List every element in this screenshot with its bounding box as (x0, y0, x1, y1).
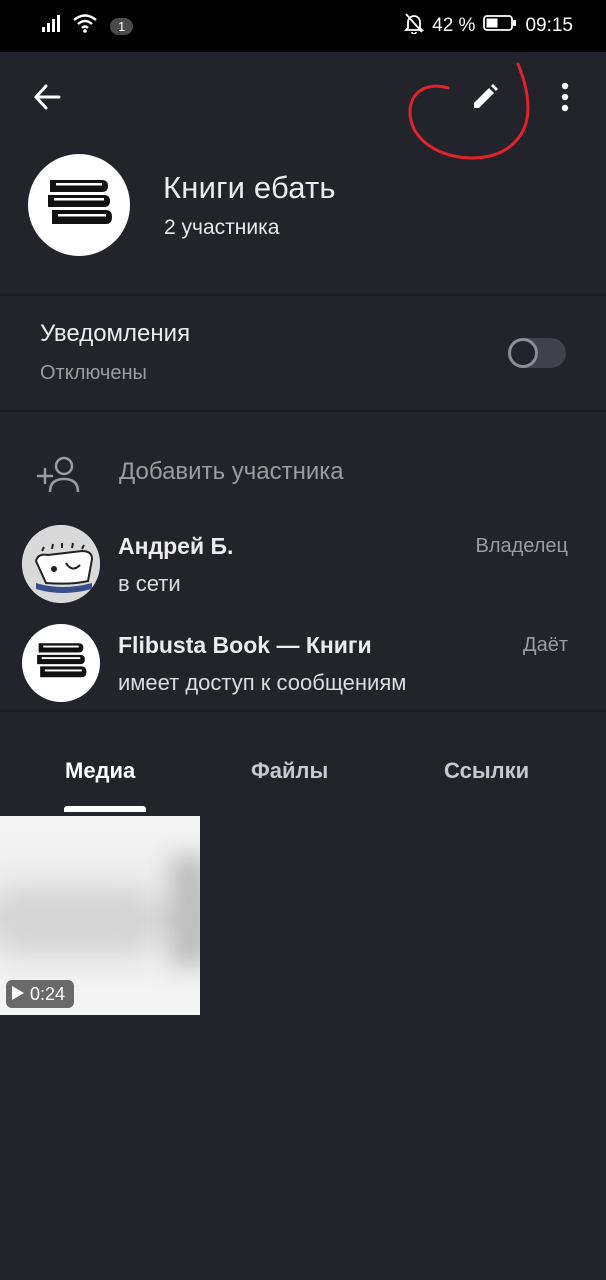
notifications-status: Отключены (40, 362, 147, 384)
member-avatar (22, 624, 100, 702)
group-profile: Книги ебать 2 участника (0, 144, 606, 294)
video-duration: 0:24 (30, 983, 66, 1004)
signal-icon (42, 14, 64, 38)
member-name: Flibusta Book — Книги (118, 632, 372, 658)
notifications-row[interactable]: Уведомления Отключены (0, 296, 606, 410)
add-user-icon (36, 454, 82, 494)
video-duration-badge: 0:24 (6, 980, 75, 1008)
books-stack-icon (44, 176, 114, 235)
tab-files[interactable]: Файлы (251, 758, 328, 784)
more-options-button[interactable] (545, 74, 585, 124)
tab-links[interactable]: Ссылки (444, 758, 529, 784)
group-member-count: 2 участника (164, 216, 280, 239)
add-member-button[interactable]: Добавить участника (0, 440, 606, 510)
header-bar (0, 52, 606, 144)
group-avatar[interactable] (28, 154, 130, 256)
notifications-toggle[interactable] (508, 338, 566, 368)
more-vertical-icon (560, 82, 570, 117)
divider (0, 710, 606, 712)
edit-button[interactable] (460, 74, 510, 124)
toggle-knob (508, 338, 538, 368)
clock: 09:15 (525, 15, 573, 36)
pencil-icon (470, 82, 500, 117)
back-button[interactable] (22, 74, 72, 124)
blurred-content (170, 856, 200, 966)
member-name: Андрей Б. (118, 533, 234, 559)
blurred-content (0, 886, 150, 956)
member-role: Даёт (523, 634, 568, 656)
notification-count-badge: 1 (110, 17, 134, 35)
add-member-label: Добавить участника (119, 458, 344, 485)
status-bar: 1 42 % 09:15 (0, 0, 606, 52)
bell-off-icon (403, 12, 425, 40)
media-thumbnail[interactable]: 0:24 (0, 816, 200, 1015)
group-name: Книги ебать (163, 170, 336, 205)
active-tab-indicator (64, 806, 146, 812)
play-icon (12, 984, 24, 1005)
member-status: имеет доступ к сообщениям (118, 670, 407, 695)
books-stack-icon (34, 640, 88, 687)
member-avatar (22, 525, 100, 603)
arrow-left-icon (32, 82, 62, 117)
tab-media[interactable]: Медиа (65, 758, 135, 784)
battery-percent: 42 % (432, 15, 476, 36)
member-status: в сети (118, 571, 181, 596)
member-row[interactable]: Flibusta Book — Книги имеет доступ к соо… (0, 624, 606, 720)
media-tabs: Медиа Файлы Ссылки (0, 740, 606, 816)
status-right: 42 % 09:15 (403, 12, 573, 40)
member-role: Владелец (475, 535, 568, 557)
status-left: 1 (42, 13, 134, 39)
wifi-icon (72, 13, 98, 39)
battery-icon (483, 14, 517, 38)
notifications-title: Уведомления (40, 320, 191, 347)
member-row[interactable]: Андрей Б. в сети Владелец (0, 525, 606, 621)
divider (0, 410, 606, 412)
